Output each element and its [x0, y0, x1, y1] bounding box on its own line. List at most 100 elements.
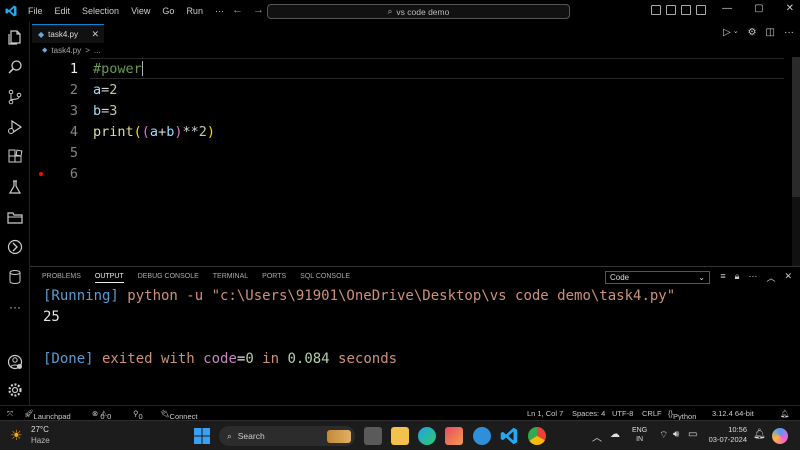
settings-gear-icon[interactable]: [5, 380, 25, 400]
database-icon[interactable]: [5, 267, 25, 287]
tab-problems[interactable]: PROBLEMS: [42, 273, 81, 283]
volume-icon[interactable]: 🔊︎: [673, 429, 679, 440]
toggle-secondary-sidebar-icon[interactable]: [681, 5, 691, 15]
account-icon[interactable]: [5, 352, 25, 372]
run-debug-icon[interactable]: [5, 117, 25, 137]
indentation-status[interactable]: Spaces: 4: [572, 409, 605, 418]
back-arrow-icon[interactable]: ←: [232, 4, 243, 16]
lock-scroll-icon[interactable]: 🔒︎: [735, 271, 740, 284]
in-text: in: [253, 351, 288, 367]
python-interpreter[interactable]: 3.12.4 64-bit: [712, 409, 754, 418]
menu-more[interactable]: ···: [209, 6, 230, 16]
var-token: b: [93, 102, 102, 119]
tab-sql-console[interactable]: SQL CONSOLE: [300, 273, 350, 283]
clear-output-icon[interactable]: ≡: [720, 271, 725, 284]
python-file-icon: ◆: [38, 29, 45, 39]
command-center-search[interactable]: ⌕ vs code demo: [267, 4, 570, 19]
menu-edit[interactable]: Edit: [49, 6, 77, 16]
menu-go[interactable]: Go: [156, 6, 180, 16]
toggle-sidebar-icon[interactable]: [651, 5, 661, 15]
notifications-bell-icon[interactable]: 🔔︎: [780, 409, 790, 418]
edge-browser-icon[interactable]: [418, 427, 436, 445]
editor-scroll-thumb[interactable]: [792, 57, 800, 197]
vscode-taskbar-icon[interactable]: [500, 427, 518, 445]
num-token: 3: [109, 102, 118, 119]
more-views-icon[interactable]: ···: [5, 297, 25, 317]
testing-icon[interactable]: [5, 177, 25, 197]
remote-explorer-icon[interactable]: [5, 237, 25, 257]
tab-debug-console[interactable]: DEBUG CONSOLE: [138, 273, 199, 283]
breakpoint-dot-icon[interactable]: [39, 171, 43, 176]
minimize-button[interactable]: —: [722, 3, 732, 14]
taskbar-search[interactable]: ⌕ Search: [219, 426, 355, 446]
language-code: ENG: [632, 427, 648, 434]
breadcrumb-more[interactable]: ...: [94, 46, 101, 55]
editor-scrollbar[interactable]: [792, 57, 800, 266]
microsoft-store-icon[interactable]: [445, 427, 463, 445]
tab-terminal[interactable]: TERMINAL: [213, 273, 248, 283]
battery-icon[interactable]: ▭: [688, 429, 697, 440]
chrome-icon[interactable]: [528, 427, 546, 445]
running-tag: [Running]: [43, 288, 119, 304]
remote-indicator-icon[interactable]: ⤧: [7, 409, 13, 419]
wifi-icon[interactable]: ⌔: [659, 429, 668, 442]
show-hidden-icons-chevron-icon[interactable]: ︿: [592, 429, 602, 444]
connect-status[interactable]: 🔌︎ Connect: [160, 409, 197, 421]
tab-output[interactable]: OUTPUT: [94, 273, 124, 283]
vscode-logo-icon: [0, 0, 22, 22]
breadcrumb-file[interactable]: task4.py: [51, 46, 81, 55]
problems-status[interactable]: ⊗ 0 ⚠ 0: [92, 409, 111, 421]
toggle-panel-icon[interactable]: [666, 5, 676, 15]
language-mode[interactable]: {} Python: [668, 409, 696, 421]
explorer-icon[interactable]: [5, 27, 25, 47]
split-editor-icon[interactable]: ◫: [766, 27, 775, 38]
run-python-file-icon[interactable]: ▷: [723, 27, 731, 38]
cursor-position[interactable]: Ln 1, Col 7: [527, 409, 563, 418]
file-explorer-icon[interactable]: [391, 427, 409, 445]
telegram-icon[interactable]: [473, 427, 491, 445]
code-text: a=2: [93, 82, 117, 98]
encoding-status[interactable]: UTF-8: [612, 409, 633, 418]
close-window-button[interactable]: ✕: [786, 3, 794, 14]
output-channel-select[interactable]: Code ⌄: [605, 271, 710, 284]
task-view-icon[interactable]: [364, 427, 382, 445]
menu-view[interactable]: View: [125, 6, 156, 16]
search-sidebar-icon[interactable]: [5, 57, 25, 77]
elapsed-seconds: 0.084: [287, 351, 330, 367]
ports-status[interactable]: ⚲ 0: [133, 409, 143, 421]
extensions-icon[interactable]: [5, 147, 25, 167]
launchpad-item[interactable]: 🚀︎ Launchpad: [24, 409, 71, 421]
onedrive-icon[interactable]: ☁: [610, 429, 620, 440]
maximize-panel-icon[interactable]: ︿: [766, 271, 775, 284]
clock-date: 03-07-2024: [708, 435, 747, 444]
eol-status[interactable]: CRLF: [642, 409, 662, 418]
run-dropdown-icon[interactable]: ⌄: [733, 27, 739, 38]
forward-arrow-icon[interactable]: →: [253, 4, 264, 16]
more-actions-icon[interactable]: ···: [784, 27, 794, 38]
clock[interactable]: 10:56 03-07-2024: [707, 425, 747, 445]
menu-file[interactable]: File: [22, 6, 49, 16]
breadcrumb-sep: >: [85, 45, 90, 55]
code-line: 6: [30, 163, 790, 184]
search-text: vs code demo: [396, 6, 450, 17]
menu-run[interactable]: Run: [180, 6, 209, 16]
customize-layout-icon[interactable]: [696, 5, 706, 15]
op-token: +: [158, 123, 167, 140]
windows-start-icon[interactable]: [193, 427, 211, 445]
exit-code: 0: [245, 351, 254, 367]
copilot-icon[interactable]: [772, 428, 788, 444]
maximize-button[interactable]: ▢: [754, 3, 763, 14]
tab-task4[interactable]: ◆ task4.py ✕: [32, 24, 104, 43]
source-control-icon[interactable]: [5, 87, 25, 107]
close-tab-icon[interactable]: ✕: [91, 29, 99, 40]
more-actions-icon[interactable]: ···: [748, 271, 757, 284]
open-changes-icon[interactable]: ⚙: [748, 27, 757, 38]
code-editor[interactable]: 1 #power 2 a=2 3 b=3 4 print((a+b)**2) 5…: [30, 57, 800, 266]
tab-ports[interactable]: PORTS: [262, 273, 286, 283]
taskbar-search-label: Search: [237, 431, 265, 441]
language-indicator[interactable]: ENG IN: [632, 426, 647, 444]
menu-selection[interactable]: Selection: [76, 6, 125, 16]
close-panel-icon[interactable]: ✕: [784, 271, 792, 284]
notification-bell-icon[interactable]: 🔔︎: [753, 429, 766, 440]
folder-icon[interactable]: [5, 207, 25, 227]
